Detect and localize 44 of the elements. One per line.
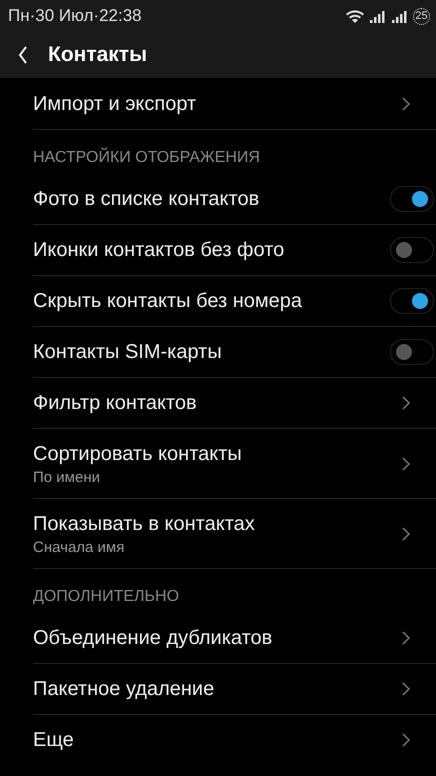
chevron-icon: [402, 682, 410, 696]
row-label: Фото в списке контактов: [33, 187, 260, 212]
settings-row[interactable]: Скрыть контакты без номера: [33, 276, 436, 327]
signal-icon: [391, 10, 409, 22]
chevron-icon: [402, 456, 410, 470]
wifi-icon: [345, 9, 365, 23]
row-label: Показывать в контактах: [33, 512, 255, 537]
row-label: Объединение дубликатов: [33, 626, 272, 651]
settings-row[interactable]: Импорт и экспорт: [33, 79, 436, 130]
settings-row[interactable]: Фото в списке контактов: [33, 174, 436, 225]
toggle-switch[interactable]: [390, 186, 434, 212]
section-header: НАСТРОЙКИ ОТОБРАЖЕНИЯ: [32, 146, 261, 168]
settings-row[interactable]: Объединение дубликатов: [33, 613, 436, 664]
settings-row[interactable]: Еще: [33, 715, 436, 753]
toggle-switch[interactable]: [390, 288, 434, 314]
row-subtitle: По имени: [33, 469, 101, 486]
settings-row[interactable]: Контакты SIM-карты: [33, 327, 436, 378]
row-label: Контакты SIM-карты: [33, 340, 222, 365]
back-icon: [18, 46, 28, 64]
battery-level: 25: [413, 8, 430, 24]
screen-title: Контакты: [48, 43, 148, 67]
status-time: Пн·30 Июл·22:38: [8, 6, 142, 26]
section-header: ДОПОЛНИТЕЛЬНО: [32, 587, 180, 607]
chevron-icon: [402, 733, 410, 747]
row-label: Сортировать контакты: [33, 442, 242, 467]
chevron-icon: [402, 526, 410, 540]
settings-row[interactable]: Сортировать контакты По имени: [33, 429, 436, 499]
row-label: Импорт и экспорт: [33, 92, 196, 117]
settings-row[interactable]: Иконки контактов без фото: [33, 225, 436, 276]
settings-row[interactable]: Показывать в контактах Сначала имя: [33, 499, 436, 569]
toggle-switch[interactable]: [390, 237, 434, 263]
chevron-icon: [402, 97, 410, 111]
row-label: Пакетное удаление: [33, 677, 214, 702]
chevron-icon: [402, 631, 410, 645]
row-label: Скрыть контакты без номера: [33, 289, 302, 314]
settings-row[interactable]: Фильтр контактов: [33, 378, 436, 429]
row-subtitle: Сначала имя: [33, 539, 126, 556]
row-label: Фильтр контактов: [33, 391, 197, 416]
row-label: Иконки контактов без фото: [33, 238, 284, 263]
row-label: Еще: [33, 728, 74, 753]
signal-icon: [369, 10, 387, 22]
toggle-switch[interactable]: [390, 339, 434, 365]
settings-row[interactable]: Пакетное удаление: [33, 664, 436, 715]
chevron-icon: [402, 396, 410, 410]
